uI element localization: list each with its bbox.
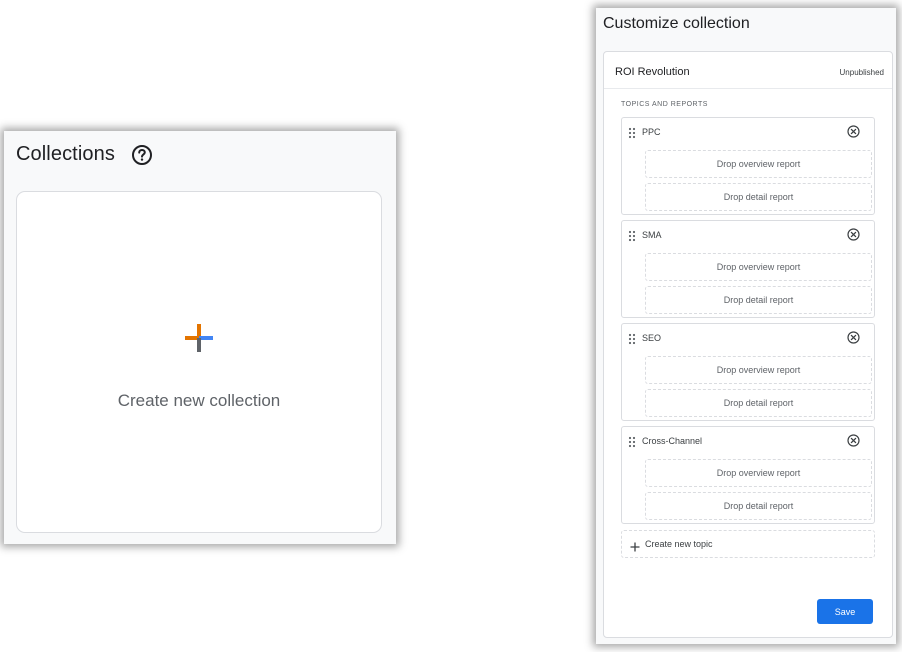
- topic-name[interactable]: SMA: [642, 230, 662, 240]
- topics-and-reports-label: TOPICS AND REPORTS: [621, 101, 708, 108]
- remove-topic-icon[interactable]: [847, 331, 860, 344]
- topic-name[interactable]: Cross-Channel: [642, 436, 702, 446]
- topic-card-ppc: PPC Drop overview report Drop detail rep…: [621, 117, 875, 215]
- create-new-topic-label: Create new topic: [645, 539, 713, 549]
- save-button[interactable]: Save: [817, 599, 873, 624]
- multicolor-plus-icon: [183, 322, 215, 354]
- topic-card-cross-channel: Cross-Channel Drop overview report Drop …: [621, 426, 875, 524]
- topic-name[interactable]: PPC: [642, 127, 661, 137]
- drag-handle-icon[interactable]: [628, 126, 636, 139]
- remove-topic-icon[interactable]: [847, 228, 860, 241]
- topic-card-sma: SMA Drop overview report Drop detail rep…: [621, 220, 875, 318]
- drag-handle-icon[interactable]: [628, 229, 636, 242]
- collection-card-header: ROI Revolution Unpublished: [604, 52, 892, 89]
- drop-overview-report-zone[interactable]: Drop overview report: [645, 459, 872, 487]
- help-circle-icon[interactable]: [131, 144, 153, 166]
- drop-overview-report-zone[interactable]: Drop overview report: [645, 253, 872, 281]
- publish-status-label: Unpublished: [839, 68, 884, 77]
- topic-name[interactable]: SEO: [642, 333, 661, 343]
- drop-detail-report-zone[interactable]: Drop detail report: [645, 286, 872, 314]
- drag-handle-icon[interactable]: [628, 435, 636, 448]
- plus-icon: [630, 539, 640, 552]
- collections-header: Collections: [16, 143, 153, 166]
- remove-topic-icon[interactable]: [847, 125, 860, 138]
- drop-detail-report-zone[interactable]: Drop detail report: [645, 389, 872, 417]
- create-new-collection-card[interactable]: Create new collection: [16, 191, 382, 533]
- customize-collection-panel: Customize collection ROI Revolution Unpu…: [596, 8, 896, 644]
- remove-topic-icon[interactable]: [847, 434, 860, 447]
- collection-name[interactable]: ROI Revolution: [615, 66, 690, 78]
- drop-detail-report-zone[interactable]: Drop detail report: [645, 183, 872, 211]
- collection-card: ROI Revolution Unpublished TOPICS AND RE…: [603, 51, 893, 638]
- topic-card-seo: SEO Drop overview report Drop detail rep…: [621, 323, 875, 421]
- drop-detail-report-zone[interactable]: Drop detail report: [645, 492, 872, 520]
- drop-overview-report-zone[interactable]: Drop overview report: [645, 356, 872, 384]
- create-new-topic-button[interactable]: Create new topic: [621, 530, 875, 558]
- drop-overview-report-zone[interactable]: Drop overview report: [645, 150, 872, 178]
- create-new-collection-label: Create new collection: [117, 391, 281, 410]
- collections-title: Collections: [16, 143, 115, 165]
- collections-panel: Collections Create new collection: [4, 131, 396, 544]
- drag-handle-icon[interactable]: [628, 332, 636, 345]
- customize-collection-title: Customize collection: [603, 15, 750, 32]
